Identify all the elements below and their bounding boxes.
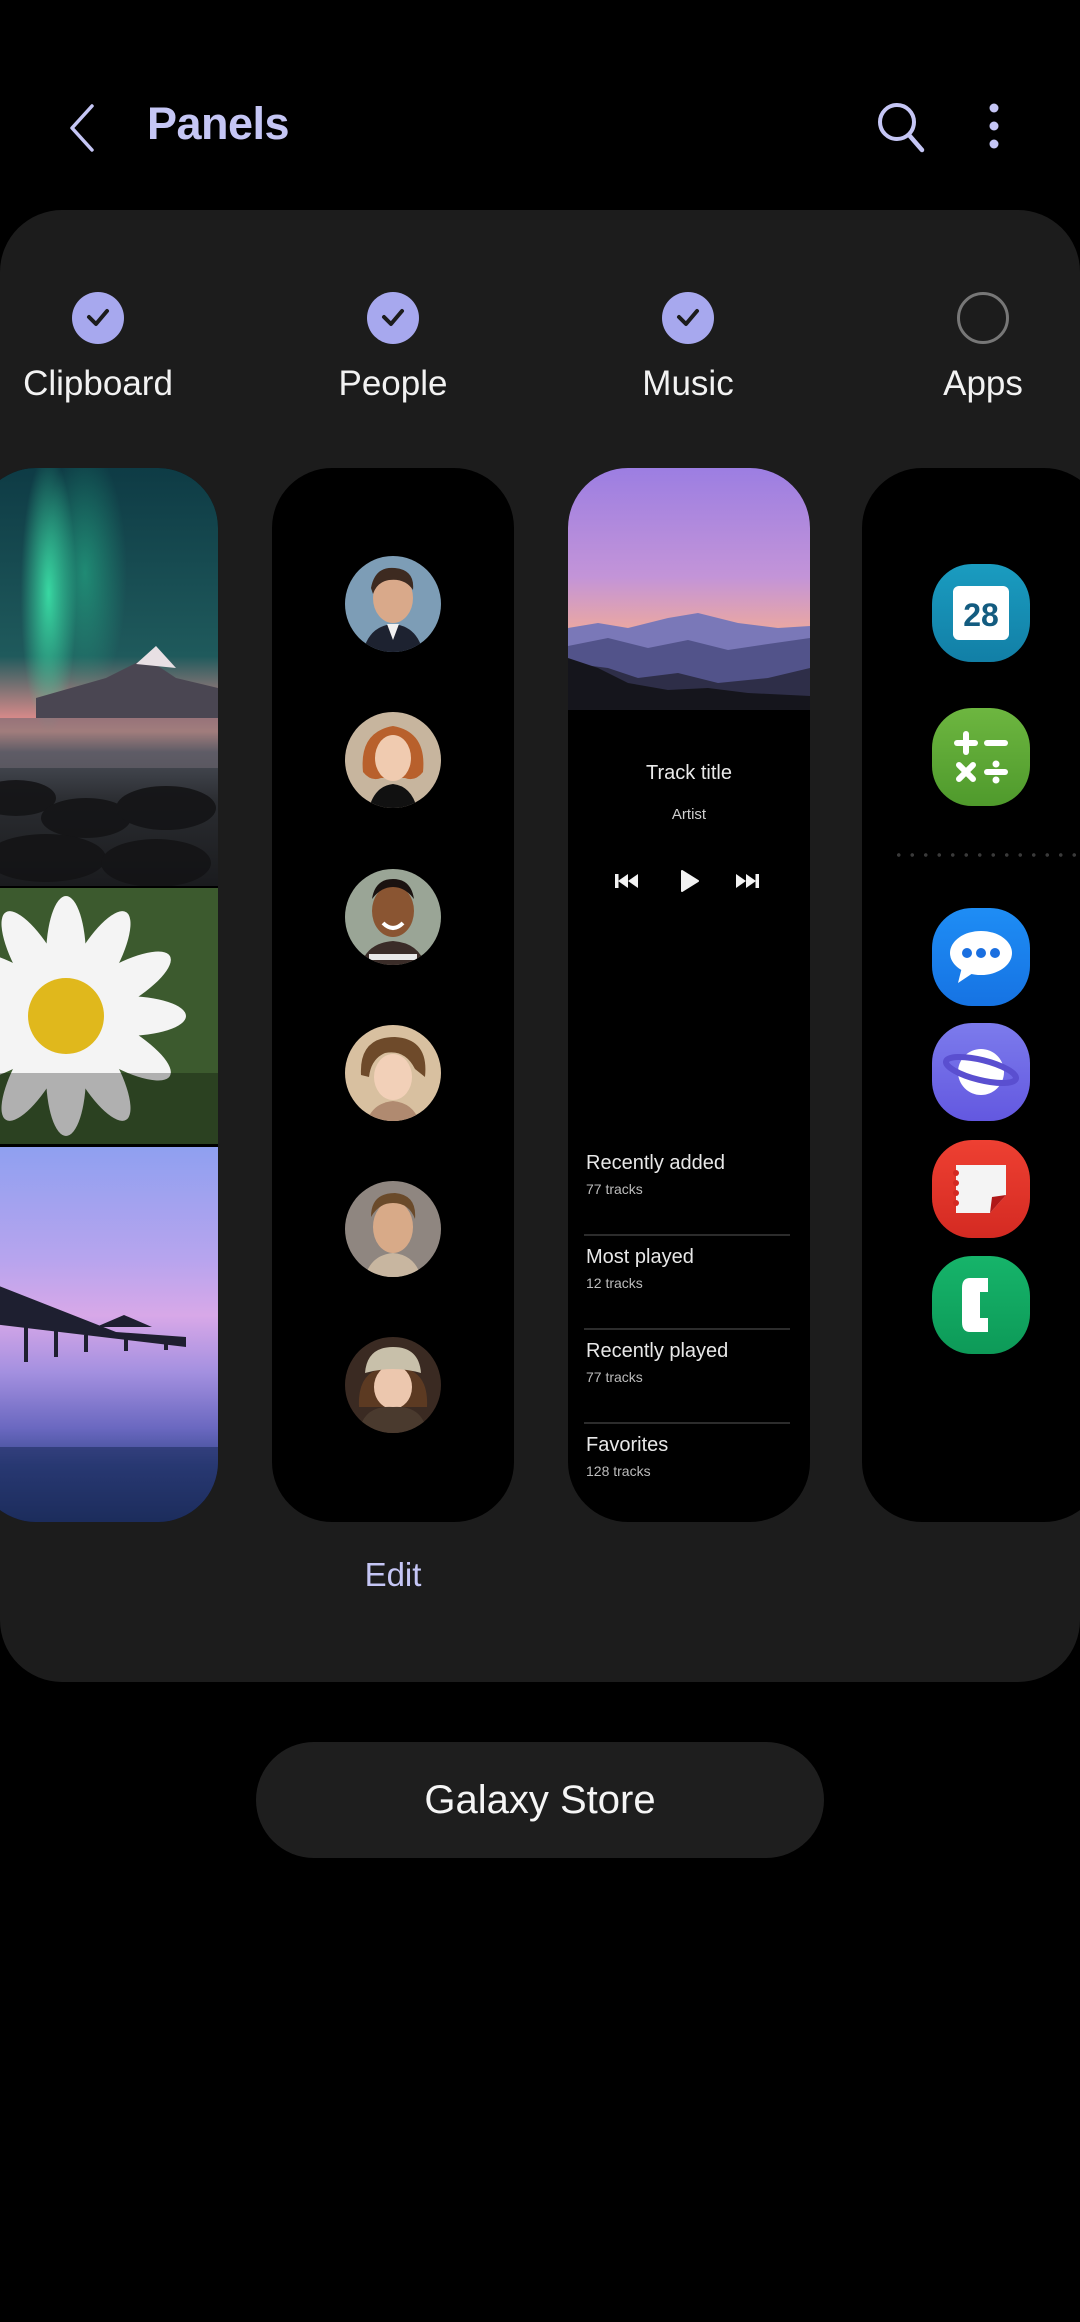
- panel-label: Apps: [943, 364, 1023, 403]
- playlist-item[interactable]: Most played 12 tracks: [586, 1246, 792, 1291]
- messages-app-icon[interactable]: [932, 908, 1030, 1006]
- calendar-app-icon[interactable]: 28: [932, 564, 1030, 662]
- calendar-day: 28: [963, 596, 999, 633]
- contact-avatar[interactable]: [345, 712, 441, 808]
- panel-toggle-apps[interactable]: Apps: [873, 292, 1080, 404]
- track-title: Track title: [646, 762, 732, 784]
- check-icon: [382, 309, 404, 326]
- back-button[interactable]: [60, 100, 110, 156]
- playlist-item[interactable]: Recently played 77 tracks: [586, 1340, 792, 1385]
- more-vertical-icon: [989, 103, 999, 149]
- divider: [584, 1234, 790, 1236]
- divider: [584, 1422, 790, 1424]
- playback-controls: [568, 866, 810, 896]
- notes-app-icon[interactable]: [932, 1140, 1030, 1238]
- clipboard-image-daisy: [0, 888, 218, 1144]
- contact-avatar[interactable]: [345, 1337, 441, 1433]
- panel-label: Clipboard: [23, 364, 173, 403]
- edit-button[interactable]: Edit: [343, 1556, 443, 1594]
- next-icon[interactable]: [734, 866, 760, 896]
- calculator-app-icon[interactable]: [932, 708, 1030, 806]
- check-icon: [677, 309, 699, 326]
- phone-app-icon[interactable]: [932, 1256, 1030, 1354]
- track-artist: Artist: [671, 806, 707, 823]
- panel-toggle-music[interactable]: Music: [578, 292, 798, 404]
- album-art: [568, 468, 810, 710]
- panels-card: Clipboard People Music Apps Track title …: [0, 210, 1080, 1682]
- divider: [584, 1328, 790, 1330]
- more-options-button[interactable]: [972, 98, 1016, 156]
- contact-avatar[interactable]: [345, 1181, 441, 1277]
- search-icon: [878, 103, 925, 153]
- panel-toggle-clipboard[interactable]: Clipboard: [0, 292, 208, 404]
- checkbox-checked[interactable]: [662, 292, 714, 344]
- playlist-item[interactable]: Favorites 128 tracks: [586, 1434, 792, 1479]
- check-icon: [87, 309, 109, 326]
- play-icon[interactable]: [676, 866, 702, 896]
- clipboard-panel-preview[interactable]: [0, 468, 218, 1522]
- checkbox-checked[interactable]: [367, 292, 419, 344]
- checkbox-unchecked[interactable]: [957, 292, 1009, 344]
- page-title: Panels: [147, 98, 290, 149]
- previous-icon[interactable]: [614, 866, 640, 896]
- contact-avatar[interactable]: [345, 1025, 441, 1121]
- music-panel-preview[interactable]: Track title Artist Recently added 77 tra…: [568, 468, 810, 1522]
- panel-label: People: [338, 364, 448, 403]
- divider-dotted: [892, 853, 1080, 857]
- checkbox-checked[interactable]: [72, 292, 124, 344]
- panel-toggle-people[interactable]: People: [283, 292, 503, 404]
- clipboard-image-pier: [0, 1147, 218, 1522]
- people-panel-preview[interactable]: [272, 468, 514, 1522]
- contact-avatar[interactable]: [345, 869, 441, 965]
- playlist-item[interactable]: Recently added 77 tracks: [586, 1152, 792, 1197]
- clipboard-image-aurora: [0, 468, 218, 886]
- search-button[interactable]: [872, 98, 930, 156]
- chevron-left-icon: [70, 104, 94, 152]
- apps-panel-preview[interactable]: 28: [862, 468, 1080, 1522]
- panel-label: Music: [642, 364, 734, 403]
- galaxy-store-button[interactable]: Galaxy Store: [256, 1742, 824, 1858]
- internet-app-icon[interactable]: [932, 1023, 1030, 1121]
- contact-avatar[interactable]: [345, 556, 441, 652]
